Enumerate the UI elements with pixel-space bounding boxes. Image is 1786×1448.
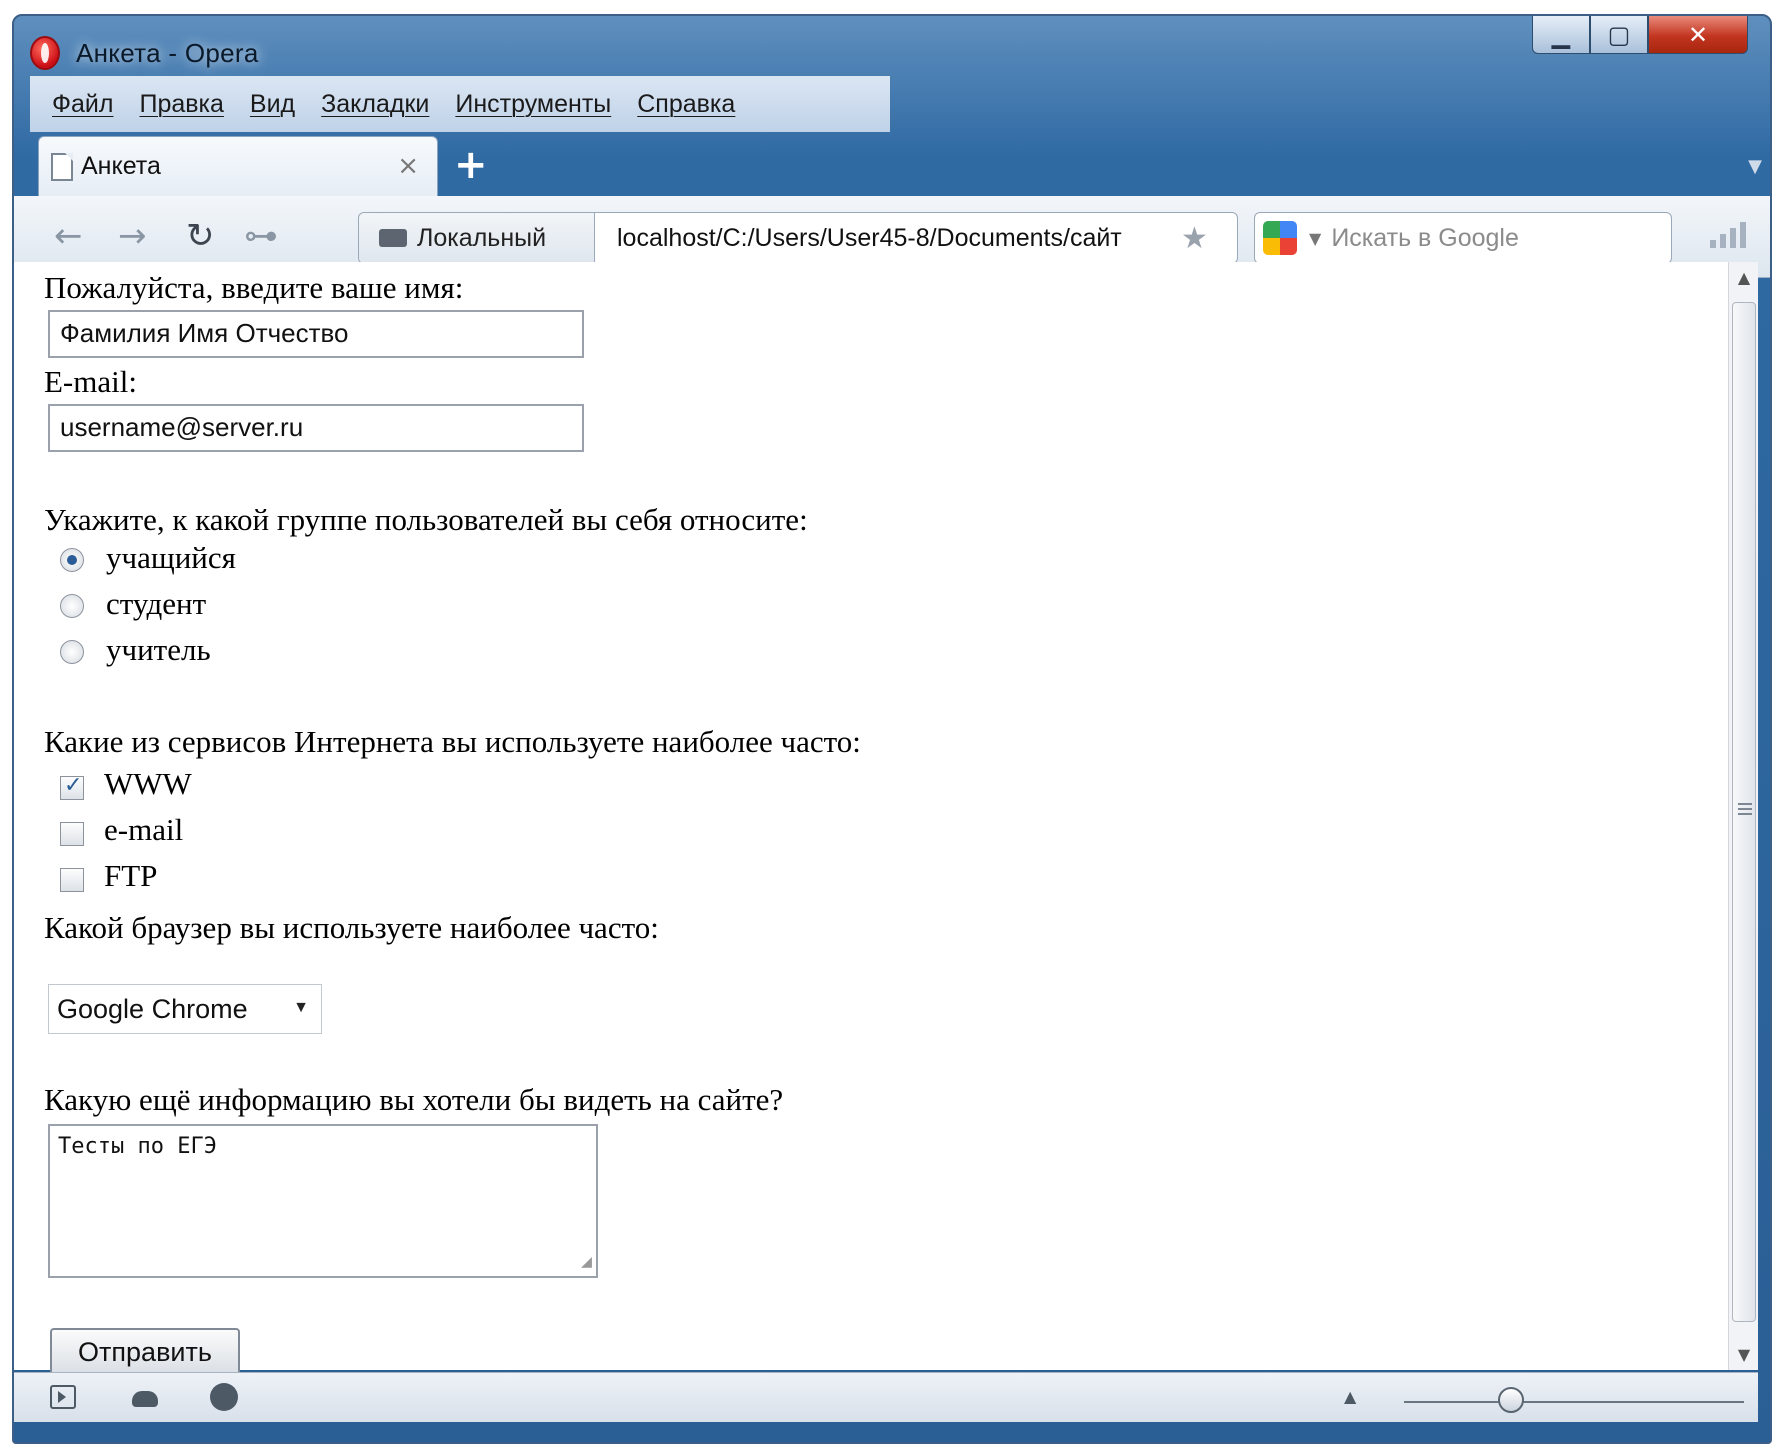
tab-anketa[interactable]: Анкета × (38, 136, 438, 196)
tab-list-arrow-icon[interactable]: ▼ (1748, 156, 1762, 177)
document-icon (51, 152, 73, 181)
chevron-down-icon: ▼ (293, 999, 309, 1016)
checkbox-email-label: e-mail (104, 812, 184, 847)
window-controls: ▁ ▢ ✕ (1532, 16, 1748, 56)
menu-bookmarks[interactable]: Закладки (321, 90, 429, 119)
browser-label: Какой браузер вы используете наиболее ча… (44, 910, 659, 945)
zoom-up-icon[interactable]: ▲ (1344, 1387, 1356, 1406)
turbo-icon[interactable] (210, 1383, 238, 1411)
browser-select-value: Google Chrome (57, 993, 248, 1024)
scroll-down-icon[interactable]: ▼ (1729, 1345, 1759, 1364)
radio-teacher-label: учитель (106, 632, 211, 667)
radio-student-label: студент (106, 586, 207, 621)
status-bar: ▲ (14, 1372, 1758, 1422)
radio-student[interactable] (60, 594, 84, 618)
key-icon[interactable]: ⊶ (244, 216, 278, 256)
menu-bar: Файл Правка Вид Закладки Инструменты Спр… (30, 76, 890, 132)
tab-label: Анкета (81, 152, 161, 180)
tab-close-icon[interactable]: × (397, 151, 419, 181)
address-bar[interactable]: Локальный localhost/C:/Users/User45-8/Do… (358, 212, 1238, 264)
info-label: Какую ещё информацию вы хотели бы видеть… (44, 1082, 784, 1117)
info-textarea-value: Тесты по ЕГЭ (58, 1134, 217, 1159)
monitor-icon (379, 229, 407, 247)
submit-button[interactable]: Отправить (50, 1328, 240, 1376)
checkbox-email[interactable] (60, 822, 84, 846)
checkbox-ftp-label: FTP (104, 858, 158, 893)
email-input[interactable]: username@server.ru (48, 404, 584, 452)
cloud-icon[interactable] (132, 1391, 158, 1407)
security-badge[interactable]: Локальный (359, 213, 595, 263)
menu-tools[interactable]: Инструменты (455, 90, 611, 119)
maximize-icon: ▢ (1607, 20, 1631, 49)
group-label: Укажите, к какой группе пользователей вы… (44, 502, 808, 537)
maximize-button[interactable]: ▢ (1590, 16, 1648, 54)
name-label: Пожалуйста, введите ваше имя: (44, 270, 464, 305)
minimize-icon: ▁ (1551, 20, 1571, 49)
panel-toggle-icon[interactable] (50, 1385, 76, 1409)
menu-file[interactable]: Файл (52, 90, 113, 119)
opera-logo-icon[interactable] (30, 36, 60, 70)
search-field[interactable]: ▼ Искать в Google (1254, 212, 1672, 264)
window-title: Анкета - Opera (76, 38, 259, 68)
page-content: Пожалуйста, введите ваше имя: Фамилия Им… (14, 262, 1728, 1376)
services-label: Какие из сервисов Интернета вы используе… (44, 724, 861, 759)
scroll-up-icon[interactable]: ▲ (1729, 268, 1759, 287)
menu-help[interactable]: Справка (637, 90, 735, 119)
reload-icon[interactable]: ↻ (186, 216, 215, 256)
google-icon[interactable] (1263, 221, 1297, 255)
search-placeholder[interactable]: Искать в Google (1331, 224, 1519, 253)
info-textarea[interactable]: Тесты по ЕГЭ ◢ (48, 1124, 598, 1278)
checkbox-www-label: WWW (104, 766, 192, 801)
name-input[interactable]: Фамилия Имя Отчество (48, 310, 584, 358)
new-tab-button[interactable]: + (454, 140, 488, 190)
signal-bars-icon (1710, 222, 1746, 248)
search-engine-dropdown-icon[interactable]: ▼ (1309, 229, 1321, 248)
menu-edit[interactable]: Правка (139, 90, 223, 119)
browser-select[interactable]: Google Chrome ▼ (48, 984, 322, 1034)
bookmark-star-icon[interactable]: ★ (1181, 221, 1208, 256)
url-input[interactable]: localhost/C:/Users/User45-8/Documents/са… (595, 224, 1175, 253)
resize-grip-icon[interactable]: ◢ (581, 1251, 592, 1272)
email-label: E-mail: (44, 364, 137, 399)
back-arrow-icon[interactable]: ← (54, 216, 83, 256)
title-bar: Анкета - Opera ▁ ▢ ✕ (14, 16, 1770, 80)
close-icon: ✕ (1687, 20, 1709, 49)
radio-pupil-label: учащийся (106, 540, 236, 575)
minimize-button[interactable]: ▁ (1532, 16, 1590, 54)
vertical-scrollbar[interactable]: ▲ ▼ (1728, 262, 1758, 1370)
scroll-grip-icon (1738, 803, 1752, 815)
scroll-thumb[interactable] (1732, 302, 1756, 1322)
checkbox-www[interactable] (60, 773, 84, 800)
zoom-slider[interactable] (1404, 1401, 1744, 1403)
checkbox-ftp[interactable] (60, 868, 84, 892)
zoom-slider-handle[interactable] (1498, 1387, 1524, 1413)
radio-teacher[interactable] (60, 640, 84, 664)
security-badge-label: Локальный (417, 223, 547, 252)
radio-pupil[interactable] (60, 548, 84, 572)
close-button[interactable]: ✕ (1648, 16, 1748, 54)
forward-arrow-icon[interactable]: → (118, 216, 147, 256)
menu-view[interactable]: Вид (250, 90, 295, 119)
